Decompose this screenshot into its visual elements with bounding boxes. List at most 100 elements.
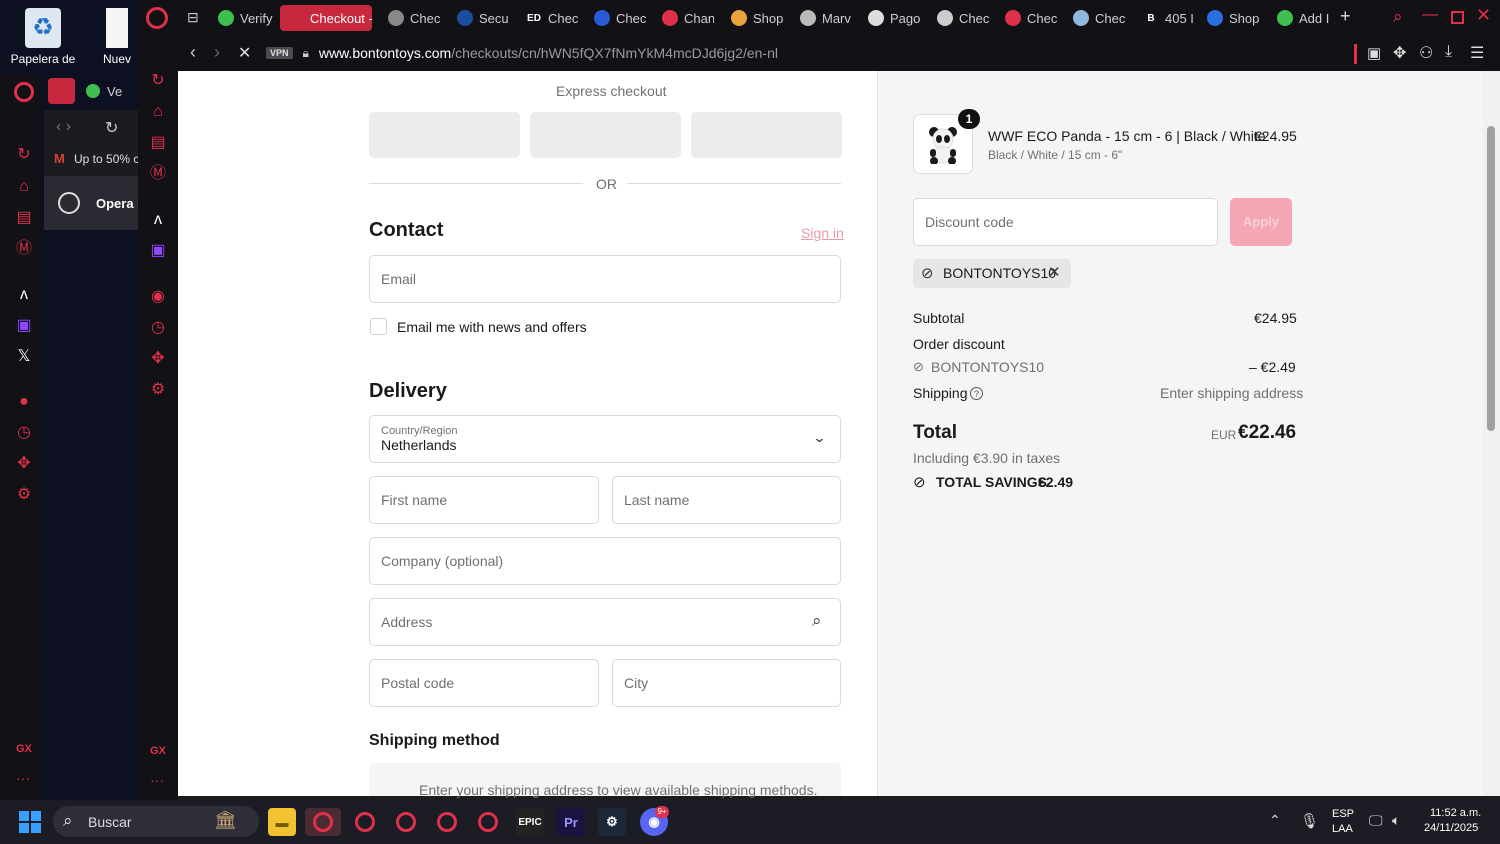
company-field[interactable]: Company (optional): [369, 537, 841, 585]
network-icon[interactable]: 🖵︎: [1369, 812, 1383, 829]
news-checkbox[interactable]: [370, 318, 387, 335]
close-window-button[interactable]: ✕: [1476, 5, 1491, 26]
url-field[interactable]: VPN 🔒︎ www.bontontoys.com/checkouts/cn/h…: [266, 41, 1346, 65]
maximize-button[interactable]: [1451, 11, 1464, 24]
sidebar-player-icon[interactable]: ◉: [148, 287, 168, 307]
tab-5[interactable]: Chec: [594, 5, 646, 31]
more-icon[interactable]: ···: [16, 770, 30, 786]
sidebar-settings-icon[interactable]: ⚙: [148, 380, 168, 400]
clock-time[interactable]: 11:52 a.m.: [1430, 807, 1481, 819]
tab-2[interactable]: Chec: [388, 5, 440, 31]
sidebar-gx-icon[interactable]: ⌂: [148, 102, 168, 122]
tab-0[interactable]: Verify: [218, 5, 274, 31]
profile-icon[interactable]: ⚇: [1419, 43, 1433, 63]
steam-icon[interactable]: ⚙: [598, 808, 626, 836]
minimize-button[interactable]: —: [1422, 6, 1438, 24]
start-button[interactable]: [19, 811, 41, 833]
settings-icon[interactable]: ⚙: [14, 485, 34, 505]
opera-logo-icon[interactable]: [14, 82, 34, 102]
search-tabs-icon[interactable]: ⌕: [1393, 7, 1403, 27]
back-button[interactable]: ‹: [190, 42, 196, 63]
tray-chevron-up-icon[interactable]: ⌃: [1269, 812, 1281, 829]
download-icon[interactable]: ⤓: [1445, 43, 1452, 61]
premiere-pro-icon[interactable]: Pr: [557, 808, 585, 836]
extensions-puzzle-icon[interactable]: ✥: [1393, 43, 1406, 63]
stop-loading-button[interactable]: ✕: [238, 43, 251, 63]
tab-1[interactable]: Checkout -: [280, 5, 372, 31]
history-icon[interactable]: ◷: [14, 423, 34, 443]
tab-14[interactable]: Shop: [1207, 5, 1259, 31]
express-pay-button-3[interactable]: [691, 112, 842, 158]
corner-m-icon[interactable]: Ⓜ: [14, 239, 34, 259]
language-top[interactable]: ESP: [1332, 808, 1354, 820]
reload-icon[interactable]: ↻: [105, 118, 118, 138]
sidebar-more-icon[interactable]: ···: [150, 772, 164, 788]
opera-taskbar-icon-2[interactable]: [351, 808, 379, 836]
new-tab-button[interactable]: +: [1340, 6, 1351, 27]
mail-preview-text[interactable]: Up to 50% c: [74, 152, 139, 166]
shipping-info-icon[interactable]: ?: [970, 387, 983, 400]
tab-9[interactable]: Pago: [868, 5, 920, 31]
sidebar-m-icon[interactable]: Ⓜ: [148, 164, 168, 184]
tab-7[interactable]: Shop: [731, 5, 783, 31]
sidebar-refresh-icon[interactable]: ↻: [148, 71, 168, 91]
tab-8[interactable]: Marv: [800, 5, 852, 31]
new-file-shortcut[interactable]: Nuev: [92, 8, 142, 66]
remove-code-icon[interactable]: ✕: [1048, 263, 1061, 281]
easy-setup-icon[interactable]: ☰: [1470, 43, 1484, 63]
express-pay-button-1[interactable]: [369, 112, 520, 158]
arrow-app-icon[interactable]: ʌ: [14, 285, 34, 305]
sidebar-twitch-icon[interactable]: ▣: [148, 241, 168, 261]
gx-control-icon[interactable]: ⌂: [14, 177, 34, 197]
opera-menu-icon[interactable]: [146, 7, 168, 29]
sidebar-flag-icon[interactable]: ▤: [148, 133, 168, 153]
forward-button[interactable]: ›: [214, 42, 220, 63]
email-field[interactable]: Email: [369, 255, 841, 303]
file-explorer-icon[interactable]: ▬: [268, 808, 296, 836]
gx-corner-icon[interactable]: ⊟: [187, 9, 199, 26]
recycle-bin-shortcut[interactable]: ♻ Papelera de: [8, 8, 78, 66]
opera-taskbar-icon-3[interactable]: [392, 808, 420, 836]
refresh-circle-icon[interactable]: ↻: [14, 145, 34, 165]
opera-taskbar-icon-4[interactable]: [433, 808, 461, 836]
x-icon[interactable]: 𝕏: [14, 347, 34, 367]
tab-12[interactable]: Chec: [1073, 5, 1125, 31]
epic-games-icon[interactable]: EPIC: [516, 808, 544, 836]
extensions-icon[interactable]: ✥: [14, 454, 34, 474]
city-field[interactable]: City: [612, 659, 841, 707]
last-name-field[interactable]: Last name: [612, 476, 841, 524]
tab-6[interactable]: Chan: [662, 5, 714, 31]
tab-11[interactable]: Chec: [1005, 5, 1057, 31]
back-icon[interactable]: ‹ ›: [56, 118, 71, 136]
snapshot-icon[interactable]: ▣: [1367, 44, 1381, 62]
discount-code-field[interactable]: Discount code: [913, 198, 1218, 246]
sidebar-extensions-icon[interactable]: ✥: [148, 349, 168, 369]
sidebar-history-icon[interactable]: ◷: [148, 318, 168, 338]
twitch-icon[interactable]: ▣: [14, 316, 34, 336]
microphone-icon[interactable]: 🎙︎: [1300, 812, 1319, 830]
lock-icon[interactable]: 🔒︎: [303, 46, 309, 61]
address-search-icon[interactable]: ⌕: [812, 611, 822, 631]
opera-gx-taskbar-icon[interactable]: [305, 808, 341, 836]
background-tab-label[interactable]: Ve: [107, 84, 122, 99]
language-bottom[interactable]: LAA: [1332, 823, 1353, 835]
tab-3[interactable]: Secu: [457, 5, 509, 31]
opera-taskbar-icon-5[interactable]: [474, 808, 502, 836]
tab-13[interactable]: B 405 I: [1143, 5, 1195, 31]
express-pay-button-2[interactable]: [530, 112, 681, 158]
volume-icon[interactable]: 🔈︎: [1392, 812, 1400, 829]
background-tab-active[interactable]: [48, 78, 75, 104]
apply-discount-button[interactable]: Apply: [1230, 198, 1292, 246]
spotify-icon[interactable]: ●: [14, 392, 34, 412]
clock-date[interactable]: 24/11/2025: [1424, 822, 1478, 834]
vpn-badge[interactable]: VPN: [266, 47, 293, 59]
scrollbar-thumb[interactable]: [1487, 126, 1495, 431]
tab-10[interactable]: Chec: [937, 5, 989, 31]
address-field[interactable]: Address: [369, 598, 841, 646]
page-scrollbar[interactable]: [1483, 71, 1500, 796]
flag-icon[interactable]: ▤: [14, 208, 34, 228]
postal-code-field[interactable]: Postal code: [369, 659, 599, 707]
sign-in-link[interactable]: Sign in: [801, 225, 844, 241]
country-select[interactable]: Country/Region Netherlands: [369, 415, 841, 463]
first-name-field[interactable]: First name: [369, 476, 599, 524]
